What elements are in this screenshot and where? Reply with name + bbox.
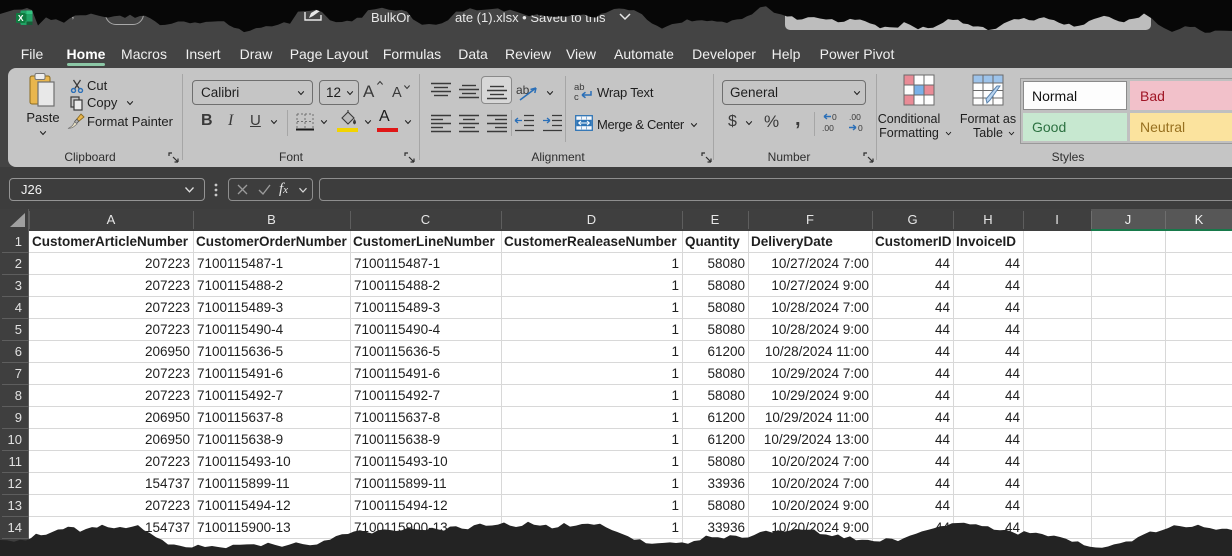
svg-text:0: 0 xyxy=(832,112,837,122)
svg-text:.00: .00 xyxy=(822,123,834,133)
svg-text:c: c xyxy=(574,92,579,102)
